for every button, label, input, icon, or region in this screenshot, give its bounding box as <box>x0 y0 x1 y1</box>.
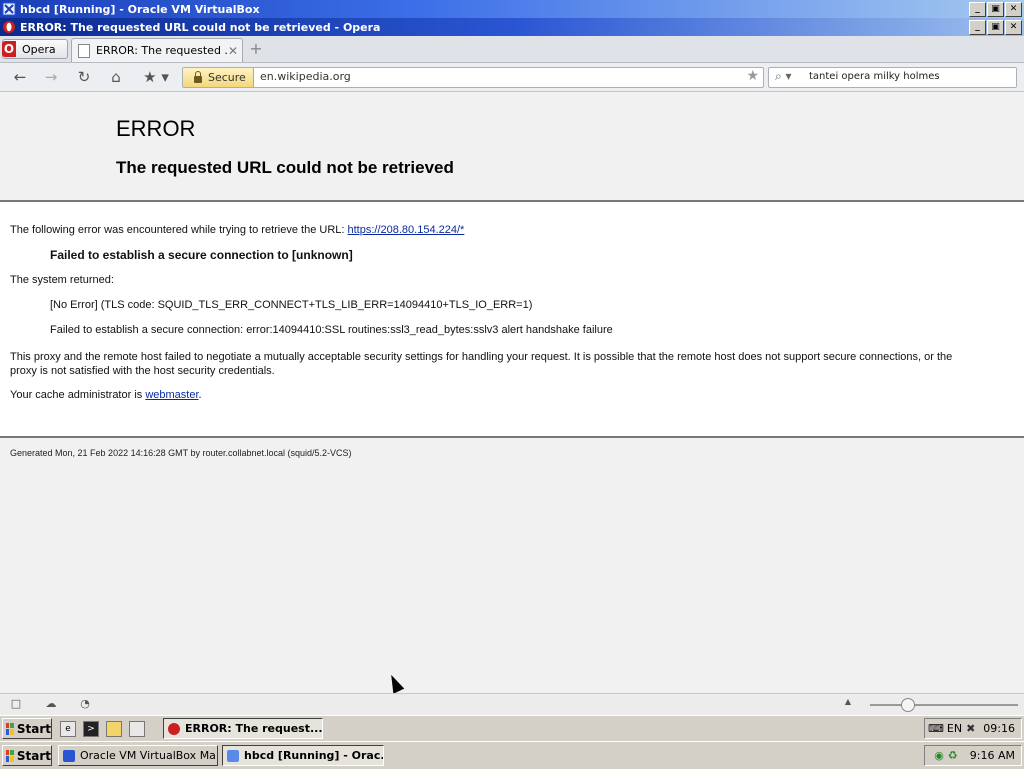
host-task-virtualbox-manager[interactable]: Oracle VM VirtualBox Ma... <box>58 745 218 766</box>
url-link[interactable]: https://208.80.154.224/* <box>348 224 465 236</box>
cloud-icon[interactable]: ☁ <box>43 697 59 711</box>
cmd-icon[interactable]: > <box>83 721 99 737</box>
tab-bar: O Opera ERROR: The requested ... ✕ + <box>0 36 1024 63</box>
intro-line: The following error was encountered whil… <box>10 224 464 236</box>
host-start-button[interactable]: Start <box>2 745 52 766</box>
drive-icon[interactable] <box>129 721 145 737</box>
lock-icon <box>194 70 202 83</box>
opera-logo-icon: O <box>2 41 16 57</box>
guest-start-button[interactable]: Start <box>2 718 52 739</box>
tls-error: [No Error] (TLS code: SQUID_TLS_ERR_CONN… <box>50 299 533 311</box>
admin-suffix: . <box>198 389 202 401</box>
folder-icon[interactable] <box>106 721 122 737</box>
admin-prefix: Your cache administrator is <box>10 389 146 401</box>
opera-icon <box>2 20 16 34</box>
admin-line: Your cache administrator is webmaster. <box>10 389 202 401</box>
search-field[interactable]: ⌕ ▾ tantei opera milky holmes <box>768 67 1017 88</box>
ssl-error: Failed to establish a secure connection:… <box>50 324 613 336</box>
host-taskbar: Start Oracle VM VirtualBox Ma... hbcd [R… <box>0 741 1024 769</box>
vm-close-button[interactable]: ✕ <box>1005 1 1022 17</box>
tab-active[interactable]: ERROR: The requested ... ✕ <box>71 38 243 62</box>
guest-task-label: ERROR: The request... <box>185 722 323 735</box>
vm-window-title: hbcd [Running] - Oracle VM VirtualBox <box>20 2 260 16</box>
vm-maximize-button[interactable]: ▣ <box>987 1 1004 17</box>
network-status-icon[interactable]: ◉ <box>934 749 944 762</box>
language-indicator[interactable]: EN <box>947 722 962 735</box>
host-clock: 9:16 AM <box>969 749 1015 762</box>
ie-icon[interactable]: e <box>60 721 76 737</box>
tab-close-icon[interactable]: ✕ <box>228 44 242 58</box>
search-icon[interactable]: ⌕ ▾ <box>775 69 792 84</box>
back-icon[interactable]: ← <box>10 67 30 87</box>
host-task-label-1: Oracle VM VirtualBox Ma... <box>80 749 218 762</box>
zoom-slider[interactable] <box>870 704 1018 706</box>
browser-maximize-button[interactable]: ▣ <box>987 19 1004 35</box>
browser-minimize-button[interactable]: _ <box>969 19 986 35</box>
host-task-hbcd[interactable]: hbcd [Running] - Orac... <box>222 745 384 766</box>
intro-text: The following error was encountered whil… <box>10 224 348 236</box>
explanation: This proxy and the remote host failed to… <box>10 351 953 377</box>
page-subtitle: The requested URL could not be retrieved <box>116 158 454 177</box>
panel-toggle-icon[interactable]: □ <box>8 697 24 711</box>
error-heading: Failed to establish a secure connection … <box>50 248 353 262</box>
host-tray: ◉ ♻ 9:16 AM <box>924 745 1022 766</box>
forward-icon[interactable]: → <box>41 67 61 87</box>
guest-tray: ⌨ EN ✖ 09:16 <box>924 718 1022 739</box>
opera-task-icon <box>168 722 180 735</box>
mouse-cursor-icon <box>385 672 405 694</box>
vm-minimize-button[interactable]: _ <box>969 1 986 17</box>
network-icon[interactable]: ✖ <box>966 722 975 735</box>
tab-label: ERROR: The requested ... <box>96 44 228 57</box>
page-title: ERROR <box>116 116 196 141</box>
turbo-icon[interactable]: ◔ <box>77 697 93 711</box>
page-viewport: ERROR The requested URL could not be ret… <box>0 92 1024 694</box>
generated-footer: Generated Mon, 21 Feb 2022 14:16:28 GMT … <box>10 448 352 458</box>
host-start-label: Start <box>16 748 51 763</box>
virtualbox-icon <box>2 2 16 16</box>
guest-start-label: Start <box>16 721 51 736</box>
opera-menu-label: Opera <box>22 42 56 56</box>
home-icon[interactable]: ⌂ <box>106 67 126 87</box>
status-bar: □ ☁ ◔ ▲ <box>0 693 1024 715</box>
zoom-slider-handle[interactable] <box>901 698 915 712</box>
bookmark-icon[interactable]: ★ ▾ <box>138 67 174 87</box>
system-returned: The system returned: <box>10 274 114 286</box>
windows-flag-icon <box>6 749 14 762</box>
star-icon[interactable]: ★ <box>746 68 759 84</box>
webmaster-link[interactable]: webmaster <box>145 389 198 401</box>
browser-window-title: ERROR: The requested URL could not be re… <box>20 20 381 34</box>
secure-badge[interactable]: Secure <box>183 68 254 87</box>
browser-close-button[interactable]: ✕ <box>1005 19 1022 35</box>
vm-task-icon <box>227 749 239 762</box>
keyboard-icon: ⌨ <box>928 722 944 735</box>
new-tab-button[interactable]: + <box>248 41 264 57</box>
windows-flag-icon <box>6 722 14 735</box>
reload-icon[interactable]: ↻ <box>74 67 94 87</box>
address-bar[interactable]: Secure en.wikipedia.org ★ <box>182 67 764 88</box>
url-text[interactable]: en.wikipedia.org <box>260 70 351 83</box>
opera-menu-button[interactable]: O Opera <box>2 39 68 59</box>
virtualbox-task-icon <box>63 749 75 762</box>
zoom-up-icon[interactable]: ▲ <box>840 697 856 711</box>
error-header: ERROR The requested URL could not be ret… <box>0 92 1024 202</box>
guest-taskbar: Start e > ERROR: The request... ⌨ EN ✖ 0… <box>0 715 1024 741</box>
browser-title-bar: ERROR: The requested URL could not be re… <box>0 18 1024 36</box>
secure-label: Secure <box>208 71 246 84</box>
page-icon <box>78 43 90 58</box>
guest-task-opera[interactable]: ERROR: The request... <box>163 718 323 739</box>
search-input[interactable]: tantei opera milky holmes <box>809 71 940 82</box>
update-icon[interactable]: ♻ <box>948 749 958 762</box>
navigation-bar: ← → ↻ ⌂ ★ ▾ Secure en.wikipedia.org ★ ⌕ … <box>0 63 1024 92</box>
error-body: The following error was encountered whil… <box>0 202 1024 438</box>
host-task-label-2: hbcd [Running] - Orac... <box>244 749 384 762</box>
guest-clock: 09:16 <box>983 722 1015 735</box>
vm-title-bar: hbcd [Running] - Oracle VM VirtualBox _ … <box>0 0 1024 18</box>
